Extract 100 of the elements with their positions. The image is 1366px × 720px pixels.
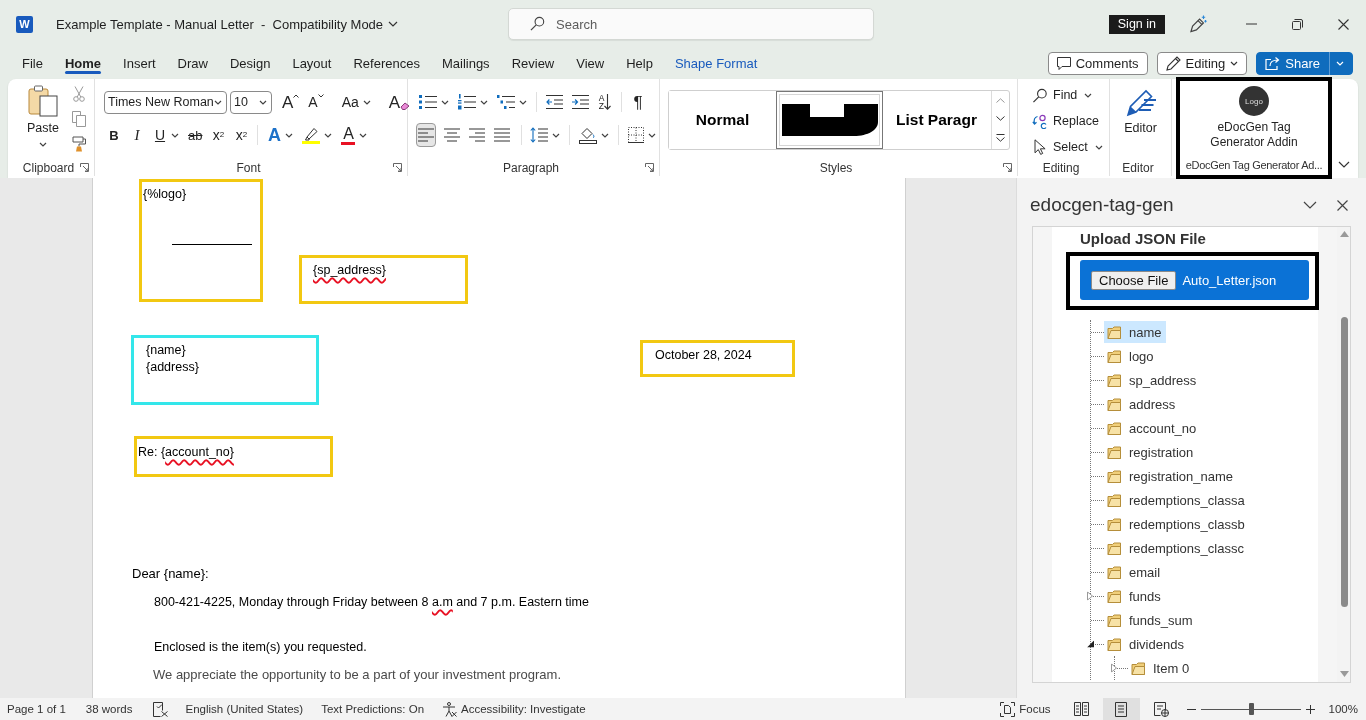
caret-icon[interactable] (601, 132, 610, 138)
comments-button[interactable]: Comments (1047, 51, 1148, 75)
more-styles-icon[interactable] (996, 134, 1005, 143)
window-title[interactable]: Example Template - Manual Letter - Compatibility Mode (56, 16, 384, 32)
caret-icon[interactable] (480, 99, 488, 105)
font-color-button[interactable]: A (341, 125, 356, 145)
caret-icon[interactable] (1084, 92, 1093, 98)
select-button[interactable]: Select (1032, 139, 1088, 155)
editing-mode-button[interactable]: Editing (1156, 51, 1248, 75)
caret-icon[interactable] (359, 132, 368, 138)
underline-button[interactable]: U (153, 123, 167, 147)
ribbon-tab[interactable]: Draw (166, 48, 219, 78)
caret-icon[interactable] (1094, 144, 1103, 150)
addin-button[interactable]: Logo eDocGen Tag Generator Addin (1202, 81, 1306, 150)
tree-item[interactable]: funds (1104, 585, 1165, 607)
text-box[interactable]: {sp_address} (299, 255, 468, 304)
zoom-level[interactable]: 100% (1328, 703, 1358, 715)
tree-item[interactable]: redemptions_classc (1104, 537, 1248, 559)
restore-icon[interactable] (1291, 18, 1303, 30)
tree-item[interactable]: registration_name (1104, 465, 1238, 487)
superscript-button[interactable]: x$^{2}$ (234, 123, 249, 147)
caret-icon[interactable] (552, 132, 561, 138)
borders-icon[interactable] (628, 127, 644, 143)
tree-item[interactable]: redemptions_classa (1104, 489, 1249, 511)
dialog-launcher-icon[interactable] (1003, 163, 1012, 172)
text-predictions-status[interactable]: Text Predictions: On (321, 703, 425, 715)
accessibility-icon[interactable] (442, 701, 458, 717)
zoom-in-icon[interactable] (1305, 704, 1315, 714)
expand-arrow-icon[interactable] (1111, 663, 1117, 673)
tree-item[interactable]: dividends (1104, 633, 1188, 655)
tree-item[interactable]: logo (1104, 345, 1158, 367)
ribbon-tab[interactable]: Home (53, 48, 113, 78)
alignment-button[interactable] (416, 123, 437, 147)
scroll-up-icon[interactable] (996, 97, 1005, 103)
italic-button[interactable]: I (130, 123, 144, 147)
view-button[interactable] (1102, 698, 1140, 720)
ribbon-tab[interactable]: View (565, 48, 616, 78)
caret-icon[interactable] (171, 132, 179, 138)
line-spacing-icon[interactable] (530, 127, 549, 143)
bullet-list-icon[interactable] (419, 94, 437, 110)
shrink-font-button[interactable]: A (308, 90, 324, 114)
grow-font-button[interactable]: A (282, 90, 300, 114)
sort-button[interactable]: AZ (598, 90, 612, 114)
minimize-icon[interactable] (1245, 23, 1257, 25)
tree-item[interactable]: name (1104, 321, 1166, 343)
scissors-icon[interactable] (73, 86, 85, 102)
tree-item[interactable]: email (1104, 561, 1165, 583)
caret-icon[interactable] (519, 99, 527, 105)
tree-item[interactable]: address (1104, 393, 1180, 415)
tree-item[interactable]: Item 0 (1128, 657, 1194, 679)
chevron-down-icon[interactable] (1303, 201, 1317, 209)
text-box[interactable]: October 28, 2024 (640, 340, 795, 377)
tree-item[interactable]: account_no (1104, 417, 1201, 439)
scroll-down-icon[interactable] (996, 116, 1005, 121)
highlighter-icon[interactable] (302, 126, 321, 144)
sign-in-button[interactable]: Sign in (1108, 14, 1165, 34)
tree-item[interactable]: funds_sum (1104, 609, 1197, 631)
caret-icon[interactable] (285, 132, 294, 138)
multilevel-list-icon[interactable] (497, 94, 515, 110)
text-box[interactable]: {%logo} (139, 179, 263, 302)
increase-indent-icon[interactable] (572, 94, 589, 110)
ribbon-tab[interactable]: Layout (281, 48, 343, 78)
caret-icon[interactable] (259, 99, 267, 105)
bold-button[interactable]: B (107, 123, 121, 147)
scrollbar-thumb[interactable] (1340, 317, 1348, 607)
sparkle-pen-icon[interactable] (1189, 15, 1207, 33)
caret-icon[interactable] (39, 142, 47, 147)
caret-icon[interactable] (324, 132, 333, 138)
ribbon-tab[interactable]: Help (615, 48, 664, 78)
editor-button[interactable]: Editor (1124, 86, 1157, 159)
paintbrush-icon[interactable] (71, 136, 87, 152)
chevron-down-icon[interactable] (388, 21, 399, 27)
caret-icon[interactable] (362, 99, 371, 105)
paint-bucket-icon[interactable] (579, 126, 598, 144)
replace-button[interactable]: Replace (1032, 113, 1099, 129)
ribbon-tab[interactable]: Design (218, 48, 282, 78)
show-formatting-button[interactable]: ¶ (631, 90, 645, 114)
dialog-launcher-icon[interactable] (80, 163, 89, 172)
scroll-up-icon[interactable] (1339, 231, 1349, 237)
proofing-icon[interactable] (152, 701, 168, 717)
accessibility-status[interactable]: Accessibility: Investigate (461, 703, 586, 715)
style-item[interactable] (776, 91, 883, 149)
ribbon-tab[interactable]: Mailings (430, 48, 501, 78)
text-box[interactable]: {name} {address} (131, 335, 319, 405)
ribbon-tab[interactable]: References (342, 48, 431, 78)
text-box[interactable]: Re: {account_no} (134, 436, 333, 477)
tree-item[interactable]: sp_address (1104, 369, 1201, 391)
copy-icon[interactable] (72, 111, 86, 127)
dialog-launcher-icon[interactable] (645, 163, 654, 172)
language-status[interactable]: English (United States) (185, 703, 304, 715)
file-upload-field[interactable]: Choose File Auto_Letter.json (1080, 260, 1309, 300)
numbered-list-icon[interactable] (458, 94, 476, 110)
ribbon-tab[interactable]: Shape Format (663, 48, 769, 78)
search-field[interactable]: Search (508, 8, 874, 40)
expand-arrow-icon[interactable] (1087, 591, 1093, 601)
text-effects-button[interactable]: A (267, 123, 282, 147)
font-name-field[interactable]: Times New Roman (104, 90, 227, 114)
close-icon[interactable] (1337, 18, 1349, 30)
ribbon-tab[interactable]: Review (500, 48, 566, 78)
tree-item[interactable]: redemptions_classb (1104, 513, 1249, 535)
